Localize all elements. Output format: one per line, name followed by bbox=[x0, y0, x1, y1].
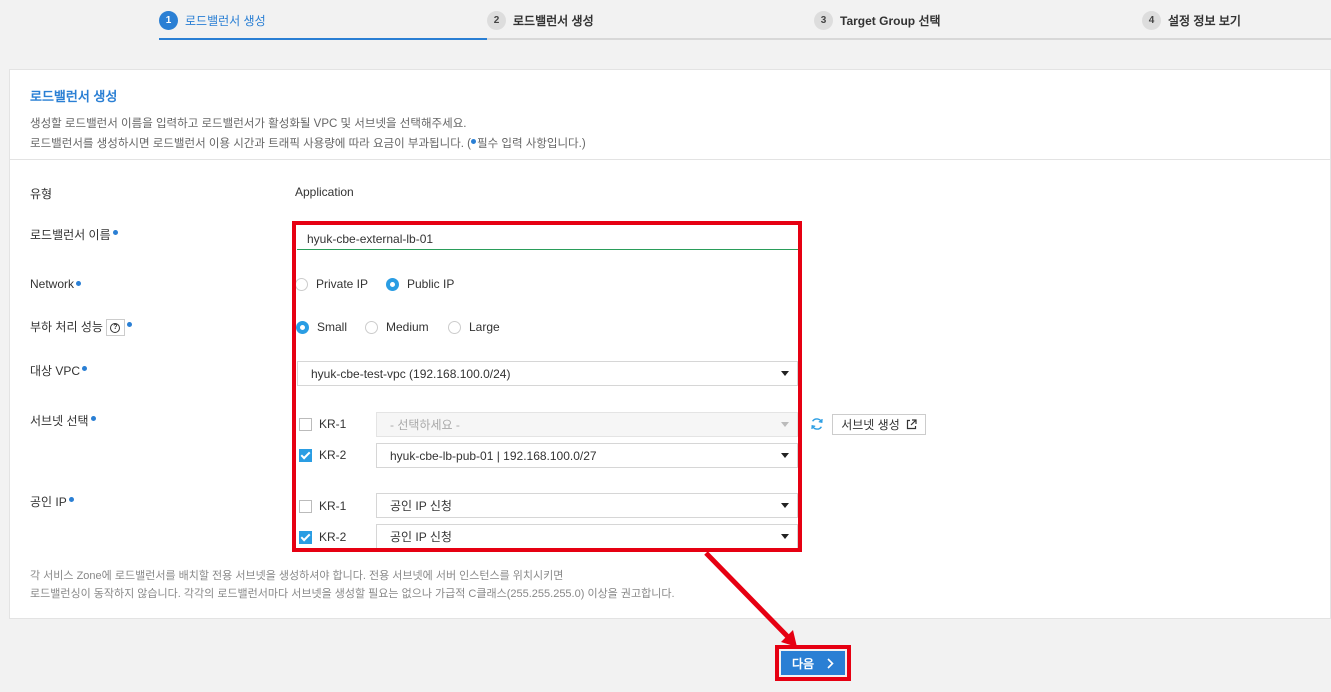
radio-circle-icon bbox=[448, 320, 461, 334]
stepper-active-track bbox=[159, 38, 487, 40]
next-button-highlight: 다음 bbox=[775, 645, 851, 681]
note-line-2: 로드밸런싱이 동작하지 않습니다. 각각의 로드밸런서마다 서브넷을 생성할 필… bbox=[30, 588, 675, 600]
step-number: 1 bbox=[159, 11, 178, 30]
wizard-stepper: 1 로드밸런서 생성 2 로드밸런서 생성 3 Target Group 선택 … bbox=[0, 0, 1331, 40]
radio-checked-icon bbox=[386, 277, 399, 291]
label-text: 공인 IP bbox=[30, 495, 67, 509]
required-dot-icon bbox=[82, 366, 88, 371]
radio-label: Medium bbox=[386, 320, 429, 334]
help-button[interactable]: ? bbox=[105, 319, 125, 337]
step-number: 2 bbox=[487, 11, 506, 30]
step-label: 로드밸런서 생성 bbox=[185, 14, 266, 28]
step-2[interactable]: 2 로드밸런서 생성 bbox=[487, 11, 594, 30]
label-text: 대상 VPC bbox=[30, 364, 81, 378]
select-value: 공인 IP 신청 bbox=[390, 499, 452, 513]
description-line-2: 로드밸런서를 생성하시면 로드밸런서 이용 시간과 트래픽 사용량에 따라 요금… bbox=[30, 134, 1310, 154]
select-value: 공인 IP 신청 bbox=[390, 530, 452, 544]
step-number: 3 bbox=[814, 11, 833, 30]
card-header: 로드밸런서 생성 생성할 로드밸런서 이름을 입력하고 로드밸런서가 활성화될 … bbox=[10, 70, 1330, 160]
radio-small[interactable]: Small bbox=[296, 320, 347, 334]
radio-large[interactable]: Large bbox=[448, 320, 500, 334]
type-label: 유형 bbox=[30, 187, 53, 201]
capacity-label: 부하 처리 성능? bbox=[30, 318, 132, 337]
radio-circle-icon bbox=[365, 320, 378, 334]
checkbox-checked-icon bbox=[299, 448, 312, 462]
help-note: 각 서비스 Zone에 로드밸런서를 배치할 전용 서브넷을 생성하셔야 합니다… bbox=[30, 567, 675, 603]
subnet-label: 서브넷 선택 bbox=[30, 412, 96, 429]
public-ip-label: 공인 IP bbox=[30, 493, 74, 510]
select-value: hyuk-cbe-lb-pub-01 | 192.168.100.0/27 bbox=[390, 448, 597, 463]
radio-public-ip[interactable]: Public IP bbox=[386, 277, 454, 291]
page-title: 로드밸런서 생성 bbox=[30, 89, 118, 104]
caret-down-icon bbox=[781, 453, 789, 458]
question-icon: ? bbox=[110, 322, 121, 333]
note-line-1: 각 서비스 Zone에 로드밸런서를 배치할 전용 서브넷을 생성하셔야 합니다… bbox=[30, 570, 564, 582]
radio-label: Private IP bbox=[316, 277, 369, 291]
radio-medium[interactable]: Medium bbox=[365, 320, 429, 334]
radio-circle-icon bbox=[295, 277, 308, 291]
public-ip-kr1-checkbox[interactable]: KR-1 bbox=[299, 499, 346, 513]
network-label: Network bbox=[30, 277, 82, 291]
description-text: 로드밸런서를 생성하시면 로드밸런서 이용 시간과 트래픽 사용량에 따라 요금… bbox=[30, 138, 472, 150]
step-1[interactable]: 1 로드밸런서 생성 bbox=[159, 11, 266, 30]
required-dot-icon bbox=[112, 230, 118, 235]
step-3[interactable]: 3 Target Group 선택 bbox=[814, 11, 941, 30]
description-text: 필수 입력 사항입니다.) bbox=[477, 138, 586, 150]
select-value: - 선택하세요 - bbox=[390, 418, 460, 432]
required-dot-icon bbox=[68, 497, 74, 502]
caret-down-icon bbox=[781, 422, 789, 427]
step-number: 4 bbox=[1142, 11, 1161, 30]
zone-label: KR-2 bbox=[319, 530, 347, 544]
radio-label: Large bbox=[469, 320, 500, 334]
required-dot-icon bbox=[76, 281, 82, 286]
description-line-1: 생성할 로드밸런서 이름을 입력하고 로드밸런서가 활성화될 VPC 및 서브넷… bbox=[30, 118, 467, 130]
public-ip-kr1-select[interactable]: 공인 IP 신청 bbox=[376, 493, 798, 518]
chevron-right-icon bbox=[827, 657, 834, 669]
type-value: Application bbox=[295, 185, 354, 199]
external-link-icon bbox=[906, 419, 917, 430]
subnet-kr1-checkbox[interactable]: KR-1 bbox=[299, 417, 346, 431]
public-ip-kr2-checkbox[interactable]: KR-2 bbox=[299, 530, 346, 544]
label-text: 서브넷 선택 bbox=[30, 414, 89, 428]
label-text: 부하 처리 성능 bbox=[30, 320, 103, 334]
zone-label: KR-1 bbox=[319, 417, 347, 431]
radio-private-ip[interactable]: Private IP bbox=[295, 277, 368, 291]
subnet-kr2-select[interactable]: hyuk-cbe-lb-pub-01 | 192.168.100.0/27 bbox=[376, 443, 798, 468]
zone-label: KR-1 bbox=[319, 499, 347, 513]
required-dot-icon bbox=[90, 416, 96, 421]
step-label: 설정 정보 보기 bbox=[1168, 14, 1241, 28]
step-label: Target Group 선택 bbox=[840, 14, 941, 28]
caret-down-icon bbox=[781, 503, 789, 508]
subnet-kr1-select[interactable]: - 선택하세요 - bbox=[376, 412, 798, 437]
create-subnet-button[interactable]: 서브넷 생성 bbox=[832, 414, 926, 435]
public-ip-kr2-select[interactable]: 공인 IP 신청 bbox=[376, 524, 798, 549]
zone-label: KR-2 bbox=[319, 448, 347, 462]
required-dot-icon bbox=[126, 322, 132, 327]
next-button[interactable]: 다음 bbox=[781, 651, 845, 675]
refresh-icon[interactable] bbox=[810, 417, 824, 431]
form-card: 로드밸런서 생성 생성할 로드밸런서 이름을 입력하고 로드밸런서가 활성화될 … bbox=[9, 69, 1331, 619]
subnet-kr2-checkbox[interactable]: KR-2 bbox=[299, 448, 346, 462]
checkbox-icon bbox=[299, 499, 312, 513]
required-dot-icon bbox=[471, 139, 477, 144]
label-text: Network bbox=[30, 277, 75, 291]
lb-name-input[interactable] bbox=[297, 228, 798, 250]
radio-checked-icon bbox=[296, 320, 309, 334]
step-4[interactable]: 4 설정 정보 보기 bbox=[1142, 11, 1241, 30]
button-label: 다음 bbox=[791, 656, 815, 671]
step-label: 로드밸런서 생성 bbox=[513, 14, 594, 28]
select-value: hyuk-cbe-test-vpc (192.168.100.0/24) bbox=[311, 366, 511, 381]
label-text: 로드밸런서 이름 bbox=[30, 228, 111, 242]
radio-label: Public IP bbox=[407, 277, 455, 291]
vpc-select[interactable]: hyuk-cbe-test-vpc (192.168.100.0/24) bbox=[297, 361, 798, 386]
radio-label: Small bbox=[317, 320, 348, 334]
lb-name-label: 로드밸런서 이름 bbox=[30, 226, 118, 243]
checkbox-icon bbox=[299, 417, 312, 431]
caret-down-icon bbox=[781, 534, 789, 539]
vpc-label: 대상 VPC bbox=[30, 362, 88, 379]
checkbox-checked-icon bbox=[299, 530, 312, 544]
caret-down-icon bbox=[781, 371, 789, 376]
button-label: 서브넷 생성 bbox=[841, 418, 900, 432]
